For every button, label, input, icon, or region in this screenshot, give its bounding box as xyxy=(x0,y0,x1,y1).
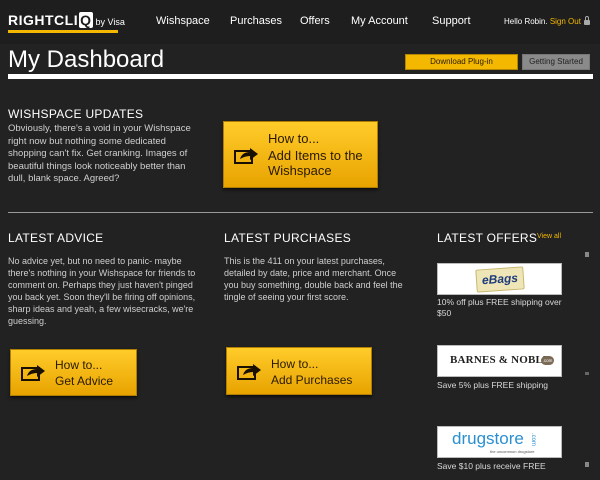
download-plugin-button[interactable]: Download Plug-in xyxy=(405,54,518,70)
add-purchases-button[interactable]: How to... Add Purchases xyxy=(226,347,372,395)
cta-how-to: How to... xyxy=(55,358,103,372)
cta-get-advice-label: Get Advice xyxy=(55,374,114,388)
advice-body: No advice yet, but no need to panic- may… xyxy=(8,256,196,326)
cta-how-to: How to... xyxy=(271,357,319,371)
greeting-text: Hello Robin. xyxy=(504,17,548,26)
arrow-box-icon xyxy=(234,148,258,164)
ebags-tag: eBags xyxy=(475,266,525,293)
nav-item-my-account[interactable]: My Account xyxy=(351,15,408,27)
sign-out-link[interactable]: Sign Out xyxy=(550,17,581,26)
purchases-heading: LATEST PURCHASES xyxy=(224,231,352,245)
view-all-offers-link[interactable]: View all xyxy=(537,233,561,240)
offers-heading: LATEST OFFERS xyxy=(437,231,538,245)
wishspace-body: Obviously, there's a void in your Wishsp… xyxy=(8,123,191,184)
purchases-body: This is the 411 on your latest purchases… xyxy=(224,256,403,302)
logo-underline xyxy=(8,30,118,33)
add-items-wishspace-button[interactable]: How to... Add Items to the Wishspace xyxy=(223,121,378,188)
drugstore-brand-text: drugstore xyxy=(452,429,524,448)
logo-by-visa: by Visa xyxy=(95,17,125,27)
get-advice-button[interactable]: How to... Get Advice xyxy=(10,349,137,396)
arrow-box-icon xyxy=(237,364,261,380)
offer-ebags-text: 10% off plus FREE shipping over $50 xyxy=(437,297,562,318)
scroll-up-arrow[interactable] xyxy=(585,252,589,257)
nav-item-wishspace[interactable]: Wishspace xyxy=(156,15,210,27)
offer-drugstore-logo[interactable]: drugstore .com the uncommon drugstore xyxy=(437,426,562,458)
cta-add-purchases-label: Add Purchases xyxy=(271,373,353,387)
offer-ebags-logo[interactable]: eBags xyxy=(437,263,562,295)
advice-heading: LATEST ADVICE xyxy=(8,231,104,245)
offer-barnes-noble-logo[interactable]: BARNES & NOBLE .com xyxy=(437,345,562,377)
page-title: My Dashboard xyxy=(8,46,165,73)
barnes-noble-com-badge: .com xyxy=(541,356,554,365)
barnes-noble-brand-text: BARNES & NOBLE xyxy=(450,354,551,366)
nav-item-purchases[interactable]: Purchases xyxy=(230,15,282,27)
getting-started-button[interactable]: Getting Started xyxy=(522,54,590,70)
ebags-brand-text: eBags xyxy=(481,270,519,288)
offer-barnes-noble-text: Save 5% plus FREE shipping xyxy=(437,380,549,390)
section-divider xyxy=(8,212,593,213)
cta-how-to: How to... xyxy=(268,131,320,146)
scroll-down-arrow[interactable] xyxy=(585,462,589,467)
nav-item-offers[interactable]: Offers xyxy=(300,15,330,27)
rightcliq-logo[interactable]: RIGHTCLI Qby Visa xyxy=(8,12,125,34)
logo-text: RIGHTCLI xyxy=(8,12,79,28)
user-greeting: Hello Robin. Sign Out xyxy=(504,16,590,26)
cta-add-items-label: Add Items to the Wishspace xyxy=(268,148,363,178)
scroll-thumb[interactable] xyxy=(585,372,589,375)
arrow-box-icon xyxy=(21,365,45,381)
offers-scrollbar[interactable] xyxy=(585,252,589,470)
nav-item-support[interactable]: Support xyxy=(432,15,471,27)
top-nav-bar: RIGHTCLI Qby Visa Wishspace Purchases Off… xyxy=(0,0,600,44)
logo-q: Q xyxy=(79,12,93,28)
drugstore-com-suffix: .com xyxy=(530,433,536,447)
wishspace-heading: WISHSPACE UPDATES xyxy=(8,107,144,121)
title-divider xyxy=(8,74,593,79)
drugstore-tagline: the uncommon drugstore xyxy=(490,449,535,454)
lock-icon xyxy=(583,16,590,25)
offer-drugstore-text: Save $10 plus receive FREE xyxy=(437,461,546,471)
